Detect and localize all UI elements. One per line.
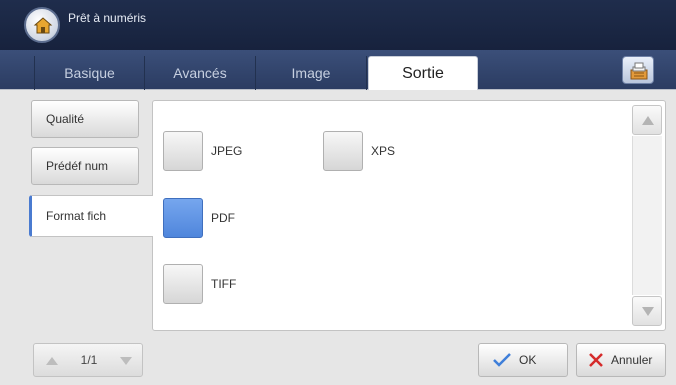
format-option-tiff[interactable]: TIFF: [163, 264, 236, 304]
format-option-xps[interactable]: XPS: [323, 131, 395, 171]
page-navigator: 1/1: [33, 343, 143, 377]
jpeg-checkbox[interactable]: [163, 131, 203, 171]
scroll-down-button[interactable]: [632, 296, 662, 326]
scrollbar-track[interactable]: [632, 136, 662, 295]
jpeg-label: JPEG: [211, 144, 243, 158]
tab-avances[interactable]: Avancés: [145, 56, 256, 90]
sidebar-item-predef-num[interactable]: Prédéf num: [31, 147, 139, 185]
page-indicator: 1/1: [80, 353, 98, 367]
format-option-jpeg[interactable]: JPEG: [163, 131, 242, 171]
home-button[interactable]: [24, 7, 60, 43]
sidebar-item-qualite[interactable]: Qualité: [31, 100, 139, 138]
format-options-panel: JPEG XPS PDF TIFF: [152, 100, 666, 331]
xps-label: XPS: [371, 144, 396, 158]
cancel-label: Annuler: [611, 353, 653, 367]
document-stack-icon: [630, 62, 648, 80]
job-build-button[interactable]: [622, 56, 654, 84]
status-header: Prêt à numéris: [0, 0, 676, 50]
page-down-button[interactable]: [114, 352, 138, 370]
tiff-checkbox[interactable]: [163, 264, 203, 304]
sidebar-item-format-fich[interactable]: Format fich: [29, 195, 153, 237]
tiff-label: TIFF: [211, 277, 237, 291]
close-icon: [589, 353, 603, 367]
xps-checkbox[interactable]: [323, 131, 363, 171]
pdf-checkbox[interactable]: [163, 198, 203, 238]
pdf-label: PDF: [211, 211, 235, 225]
content-area: Qualité Prédéf num Format fich JPEG XPS …: [0, 90, 676, 385]
triangle-up-icon: [642, 116, 654, 125]
tab-image[interactable]: Image: [256, 56, 367, 90]
status-title: Prêt à numéris: [68, 11, 147, 25]
checkmark-icon: [493, 353, 511, 367]
tab-bar: Basique Avancés Image Sortie: [0, 50, 676, 90]
home-icon: [33, 17, 53, 34]
format-option-pdf[interactable]: PDF: [163, 198, 235, 238]
triangle-down-icon: [642, 307, 654, 316]
tab-sortie[interactable]: Sortie: [368, 56, 478, 90]
page-up-button[interactable]: [40, 352, 64, 370]
scroll-up-button[interactable]: [632, 105, 662, 135]
triangle-up-icon: [46, 357, 58, 365]
triangle-down-icon: [120, 357, 132, 365]
ok-label: OK: [519, 353, 537, 367]
ok-button[interactable]: OK: [478, 343, 568, 377]
cancel-button[interactable]: Annuler: [576, 343, 666, 377]
tab-basique[interactable]: Basique: [34, 56, 145, 90]
